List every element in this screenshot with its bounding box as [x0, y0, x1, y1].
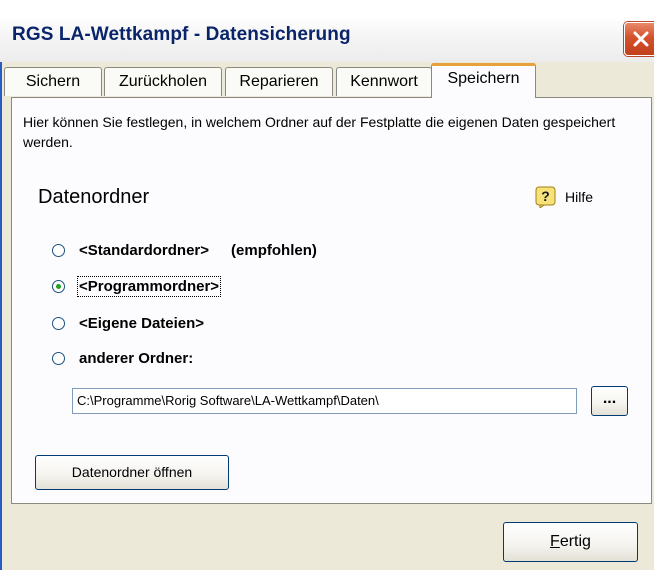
window-title: RGS LA-Wettkampf - Datensicherung [12, 24, 351, 45]
radio-option-programmordner[interactable]: <Programmordner> [52, 275, 222, 297]
radio-button[interactable] [52, 316, 65, 330]
radio-option-eigene-dateien[interactable]: <Eigene Dateien> [52, 312, 204, 334]
open-folder-button[interactable]: Datenordner öffnen [35, 455, 229, 490]
dialog-window: RGS LA-Wettkampf - Datensicherung Sicher… [0, 0, 654, 570]
description-text: Hier können Sie festlegen, in welchem Or… [23, 114, 616, 150]
radio-label: <Eigene Dateien> [79, 314, 205, 332]
svg-text:?: ? [541, 188, 550, 204]
close-icon [633, 31, 649, 47]
radio-button-selected[interactable] [52, 279, 65, 293]
help-link[interactable]: ? Hilfe [535, 184, 593, 210]
question-mark-icon: ? [535, 186, 556, 208]
radio-hint: (empfohlen) [231, 241, 317, 259]
title-bar[interactable]: RGS LA-Wettkampf - Datensicherung [0, 0, 654, 62]
window-left-border [0, 62, 2, 570]
radio-label: anderer Ordner: [79, 349, 194, 367]
section-heading: Datenordner [38, 186, 150, 208]
tab-speichern[interactable]: Speichern [431, 63, 536, 98]
radio-button[interactable] [52, 243, 65, 257]
done-button-mnemonic: F [550, 533, 560, 550]
radio-option-standardordner[interactable]: <Standardordner> (empfohlen) [52, 239, 317, 261]
radio-option-anderer-ordner[interactable]: anderer Ordner: [52, 347, 193, 369]
radio-label: <Standardordner> [79, 241, 210, 259]
radio-label: <Programmordner> [76, 275, 222, 297]
help-label: Hilfe [565, 189, 594, 205]
done-button[interactable]: Fertig [503, 522, 638, 562]
tab-strip: Sichern Zurückholen Reparieren Kennwort … [0, 62, 654, 98]
tab-zurueckholen[interactable]: Zurückholen [104, 67, 222, 96]
folder-path-field[interactable]: C:\Programme\Rorig Software\LA-Wettkampf… [72, 388, 577, 414]
tab-panel [11, 97, 652, 504]
done-button-label: ertig [559, 533, 591, 550]
close-button[interactable] [624, 22, 654, 56]
tab-kennwort[interactable]: Kennwort [336, 67, 432, 96]
radio-button[interactable] [52, 351, 65, 365]
tab-sichern[interactable]: Sichern [4, 67, 102, 96]
browse-button[interactable]: ... [591, 386, 628, 416]
tab-reparieren[interactable]: Reparieren [225, 67, 333, 96]
